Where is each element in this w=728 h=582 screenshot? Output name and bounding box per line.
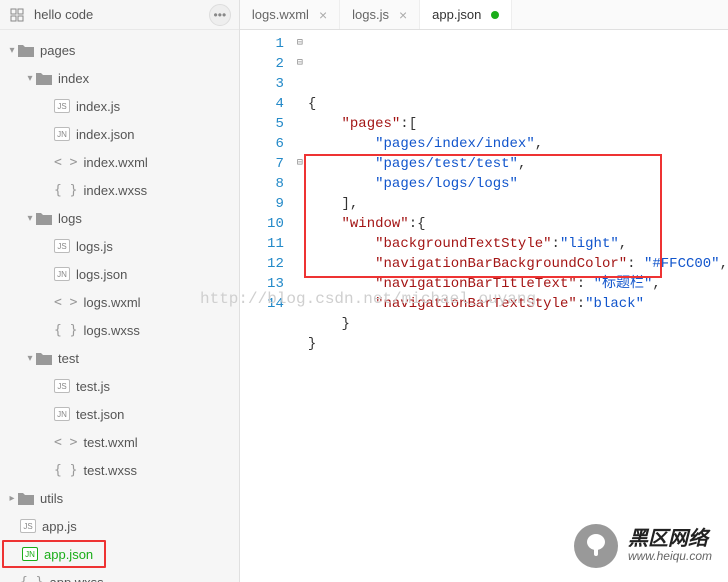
folder-test[interactable]: ▾ test [0, 344, 239, 372]
close-icon[interactable]: × [399, 7, 407, 23]
file-index-js[interactable]: JSindex.js [0, 92, 239, 120]
wxml-file-icon: < > [54, 155, 77, 170]
file-index-wxss[interactable]: { }index.wxss [0, 176, 239, 204]
file-app-json[interactable]: JNapp.json [2, 540, 106, 568]
folder-label: test [58, 351, 79, 366]
folder-icon [36, 352, 52, 365]
caret-down-icon: ▾ [24, 353, 36, 364]
tab-label: logs.wxml [252, 7, 309, 22]
tab-app-json[interactable]: app.json [420, 0, 512, 29]
folder-label: index [58, 71, 89, 86]
js-file-icon: JS [20, 519, 36, 533]
caret-right-icon: ▸ [6, 493, 18, 504]
wxml-file-icon: < > [54, 295, 77, 310]
wxml-file-icon: < > [54, 435, 77, 450]
file-test-wxml[interactable]: < >test.wxml [0, 428, 239, 456]
folder-label: logs [58, 211, 82, 226]
file-test-json[interactable]: JNtest.json [0, 400, 239, 428]
wxss-file-icon: { } [20, 575, 43, 582]
file-app-wxss[interactable]: { }app.wxss [0, 568, 239, 582]
wxss-file-icon: { } [54, 463, 77, 478]
folder-icon [18, 44, 34, 57]
folder-label: utils [40, 491, 63, 506]
file-test-js[interactable]: JStest.js [0, 372, 239, 400]
json-file-icon: JN [54, 407, 70, 421]
close-icon[interactable]: × [319, 7, 327, 23]
file-index-wxml[interactable]: < >index.wxml [0, 148, 239, 176]
caret-down-icon: ▾ [24, 73, 36, 84]
js-file-icon: JS [54, 99, 70, 113]
caret-down-icon: ▾ [24, 213, 36, 224]
modified-indicator-icon [491, 11, 499, 19]
caret-down-icon: ▾ [6, 45, 18, 56]
tab-logs-wxml[interactable]: logs.wxml × [240, 0, 340, 29]
file-index-json[interactable]: JNindex.json [0, 120, 239, 148]
more-button[interactable]: ••• [209, 4, 231, 26]
code-editor: logs.wxml × logs.js × app.json 123456789… [240, 0, 728, 582]
folder-label: pages [40, 43, 75, 58]
line-number-gutter: 1234567891011121314 [240, 34, 292, 374]
fold-gutter: ⊟⊟⊟ [292, 34, 308, 374]
tab-label: app.json [432, 7, 481, 22]
folder-logs[interactable]: ▾ logs [0, 204, 239, 232]
code-content[interactable]: { "pages":[ "pages/index/index", "pages/… [308, 34, 728, 374]
file-explorer-sidebar: hello code ••• ▾ pages ▾ index JSindex.j… [0, 0, 240, 582]
folder-pages[interactable]: ▾ pages [0, 36, 239, 64]
json-file-icon: JN [54, 127, 70, 141]
folder-icon [18, 492, 34, 505]
file-test-wxss[interactable]: { }test.wxss [0, 456, 239, 484]
json-file-icon: JN [54, 267, 70, 281]
project-name: hello code [26, 7, 209, 22]
tree-view-toggle-icon[interactable] [8, 6, 26, 24]
file-app-js[interactable]: JSapp.js [0, 512, 239, 540]
editor-tabs: logs.wxml × logs.js × app.json [240, 0, 728, 30]
file-logs-wxss[interactable]: { }logs.wxss [0, 316, 239, 344]
tab-logs-js[interactable]: logs.js × [340, 0, 420, 29]
tab-label: logs.js [352, 7, 389, 22]
folder-utils[interactable]: ▸ utils [0, 484, 239, 512]
file-logs-wxml[interactable]: < >logs.wxml [0, 288, 239, 316]
js-file-icon: JS [54, 379, 70, 393]
folder-icon [36, 212, 52, 225]
file-logs-js[interactable]: JSlogs.js [0, 232, 239, 260]
file-logs-json[interactable]: JNlogs.json [0, 260, 239, 288]
sidebar-header: hello code ••• [0, 0, 239, 30]
folder-icon [36, 72, 52, 85]
wxss-file-icon: { } [54, 323, 77, 338]
folder-index[interactable]: ▾ index [0, 64, 239, 92]
wxss-file-icon: { } [54, 183, 77, 198]
file-tree: ▾ pages ▾ index JSindex.js JNindex.json … [0, 30, 239, 582]
code-area[interactable]: 1234567891011121314 ⊟⊟⊟ { "pages":[ "pag… [240, 30, 728, 374]
js-file-icon: JS [54, 239, 70, 253]
json-file-icon: JN [22, 547, 38, 561]
